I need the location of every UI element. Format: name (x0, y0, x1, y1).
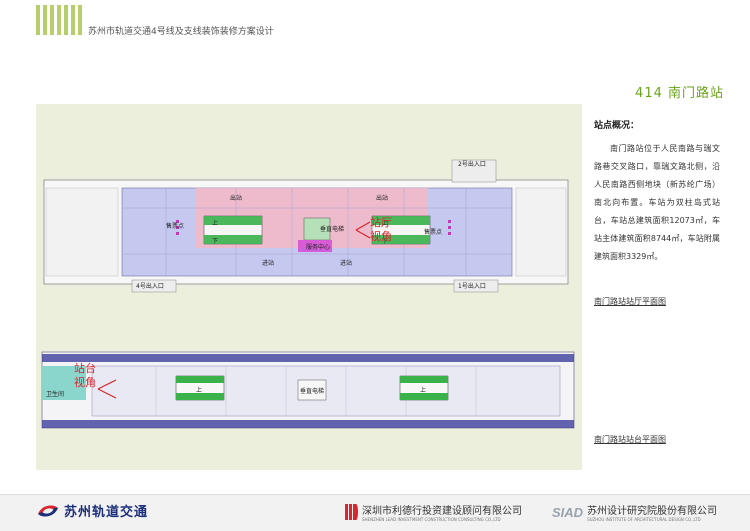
exit-2-label: 2号出入口 (458, 160, 486, 168)
service-center-label: 服务中心 (306, 243, 330, 251)
platform-elevator-label: 垂直电梯 (300, 387, 324, 395)
station-title: 414 南门路站 (635, 86, 724, 101)
concourse-view-label-2: 视角 (370, 229, 392, 243)
metro-logo: 苏州轨道交通 (36, 501, 148, 520)
siad-company-name-en: SUZHOU INSTITUTE OF ARCHITECTURAL DESIGN… (587, 517, 701, 522)
station-plans: 2号出入口 4号出入口 1号出入口 售票点 售票点 出站 出站 进站 进站 垂直… (41, 159, 575, 429)
plan-drawing-panel: 2号出入口 4号出入口 1号出入口 售票点 售票点 出站 出站 进站 进站 垂直… (36, 104, 582, 470)
siad-company-name: 苏州设计研究院股份有限公司 (587, 506, 718, 517)
lead-company-logo: 深圳市利德行投资建设顾问有限公司 SHENZHEN LEAD INVESTMEN… (344, 502, 522, 522)
metro-mark-icon (38, 505, 58, 516)
concourse-plan-link[interactable]: 南门路站站厅平面图 (594, 296, 666, 307)
restroom-label: 卫生间 (46, 390, 64, 398)
platform-up-left-label: 上 (196, 386, 202, 394)
platform-plan: 卫生间 垂直电梯 上 上 站台 视角 (41, 351, 575, 429)
inbound-right-label: 进站 (340, 259, 352, 267)
elevator-label: 垂直电梯 (320, 225, 344, 233)
metro-brand-text: 苏州轨道交通 (64, 505, 149, 520)
platform-up-right-label: 上 (420, 386, 426, 394)
siad-brand: SIAD (552, 504, 584, 520)
inbound-left-label: 进站 (262, 259, 274, 267)
project-title: 苏州市轨道交通4号线及支线装饰装修方案设计 (88, 27, 274, 37)
ticket-right-label: 售票点 (424, 228, 442, 236)
platform-view-label-1: 站台 (74, 361, 96, 375)
exit-4-label: 4号出入口 (136, 282, 164, 290)
track-bottom (42, 420, 574, 428)
overview-heading: 站点概况： (594, 121, 640, 131)
outbound-right-label: 出站 (376, 194, 388, 202)
lead-company-name-en: SHENZHEN LEAD INVESTMENT CONSTRUCTION CO… (362, 517, 501, 522)
track-top (42, 354, 574, 362)
lead-company-name: 深圳市利德行投资建设顾问有限公司 (362, 506, 522, 517)
platform-view-label-2: 视角 (74, 375, 96, 389)
escalator-down-left-label: 下 (212, 238, 218, 245)
lead-mark-icon (345, 504, 358, 520)
concourse-plan: 2号出入口 4号出入口 1号出入口 售票点 售票点 出站 出站 进站 进站 垂直… (43, 159, 569, 293)
footer: 苏州轨道交通 深圳市利德行投资建设顾问有限公司 SHENZHEN LEAD IN… (0, 494, 750, 531)
brand-stripes-logo (36, 5, 84, 35)
concourse-view-label-1: 站厅 (370, 215, 392, 229)
platform-plan-link[interactable]: 南门路站站台平面图 (594, 434, 666, 445)
exit-1-label: 1号出入口 (458, 282, 486, 290)
siad-logo: SIAD 苏州设计研究院股份有限公司 SUZHOU INSTITUTE OF A… (552, 502, 718, 523)
ticket-left-label: 售票点 (166, 222, 184, 230)
station-info-panel: 站点概况： 南门路站位于人民南路与瑞文路巷交叉路口，靠瑞文路北侧，沿人民南路西侧… (582, 104, 725, 470)
outbound-left-label: 出站 (230, 194, 242, 202)
escalator-up-left-label: 上 (212, 219, 218, 227)
overview-body: 南门路站位于人民南路与瑞文路巷交叉路口，靠瑞文路北侧，沿人民南路西侧地块（新苏纶… (594, 144, 720, 261)
